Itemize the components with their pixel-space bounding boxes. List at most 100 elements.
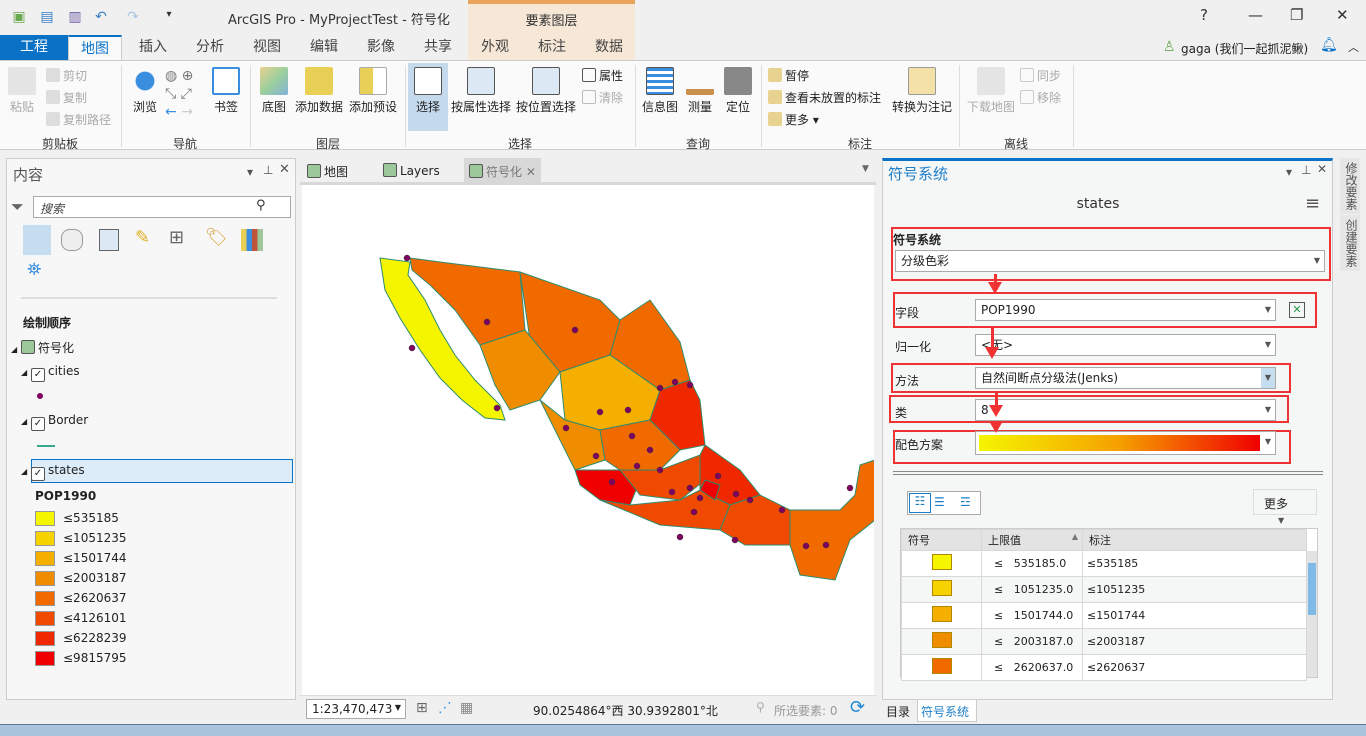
list-by-selection-icon[interactable] bbox=[99, 229, 119, 251]
class-row[interactable]: ≤ 1501744.0 ≤1501744 bbox=[901, 602, 1307, 629]
list-by-snapping-icon[interactable]: ⊞ bbox=[169, 227, 184, 248]
tab-overflow-icon[interactable]: ▼ bbox=[862, 164, 869, 174]
menu-icon[interactable]: ≡ bbox=[1305, 193, 1320, 214]
save-icon[interactable]: ▥ bbox=[66, 9, 84, 25]
side-tab-modify-features[interactable]: 修改要素 bbox=[1340, 158, 1360, 214]
class-swatch[interactable] bbox=[931, 580, 952, 596]
city-point[interactable] bbox=[846, 484, 854, 492]
city-point[interactable] bbox=[592, 452, 600, 460]
city-point[interactable] bbox=[731, 536, 739, 544]
explore-button[interactable]: 浏览 bbox=[130, 67, 160, 115]
renderer-dropdown[interactable]: 分级色彩 ▼ bbox=[895, 250, 1325, 272]
checkbox-cities[interactable]: ✓ bbox=[30, 368, 45, 382]
class-swatch[interactable] bbox=[931, 632, 952, 648]
city-point[interactable] bbox=[656, 384, 664, 392]
city-point[interactable] bbox=[624, 406, 632, 414]
user-name[interactable]: gaga (我们一起抓泥鳅) bbox=[1181, 40, 1308, 57]
attributes-button[interactable]: 属性 bbox=[582, 67, 623, 84]
scrollbar[interactable] bbox=[1307, 551, 1317, 677]
upper-value-cell[interactable]: ≤ 1051235.0 bbox=[981, 576, 1083, 603]
method-dropdown[interactable]: 自然间断点分级法(Jenks) ▼ bbox=[975, 367, 1276, 389]
filter-icon[interactable]: ⏷ bbox=[11, 197, 24, 217]
list-by-source-icon[interactable] bbox=[61, 229, 83, 251]
city-point[interactable] bbox=[778, 506, 786, 514]
close-button[interactable]: ✕ bbox=[1336, 6, 1349, 24]
normalization-dropdown[interactable]: <无> ▼ bbox=[975, 334, 1276, 356]
list-by-drawing-order-icon[interactable] bbox=[23, 225, 51, 255]
sync-button[interactable]: 同步 bbox=[1020, 67, 1061, 84]
checkbox-border[interactable]: ✓ bbox=[30, 417, 45, 431]
minimize-button[interactable]: — bbox=[1248, 6, 1263, 24]
expand-icon[interactable]: ◢ bbox=[21, 417, 27, 426]
table-icon[interactable]: ▦ bbox=[460, 700, 473, 716]
map-tab-layers[interactable]: Layers bbox=[380, 160, 443, 182]
tab-analysis[interactable]: 分析 bbox=[183, 35, 237, 60]
city-point[interactable] bbox=[628, 432, 636, 440]
city-point[interactable] bbox=[732, 490, 740, 498]
city-point[interactable] bbox=[483, 318, 491, 326]
copy-path-button[interactable]: 复制路径 bbox=[46, 111, 111, 128]
expand-icon[interactable]: ◢ bbox=[21, 467, 27, 476]
symbol-cell[interactable] bbox=[901, 654, 982, 681]
remove-button[interactable]: 移除 bbox=[1020, 89, 1061, 106]
column-label[interactable]: 标注 bbox=[1082, 529, 1307, 551]
city-point[interactable] bbox=[802, 542, 810, 550]
tab-view[interactable]: 视图 bbox=[240, 35, 294, 60]
column-symbol[interactable]: 符号 bbox=[901, 529, 982, 551]
list-by-editing-icon[interactable]: ✎ bbox=[135, 227, 150, 248]
city-point[interactable] bbox=[646, 446, 654, 454]
snapping-icon[interactable]: ⊞ bbox=[416, 700, 428, 716]
more-button[interactable]: 更多▼ bbox=[1253, 489, 1317, 525]
symbol-cell[interactable] bbox=[901, 576, 982, 603]
checkbox-states[interactable]: ✓ bbox=[30, 467, 45, 481]
city-point[interactable] bbox=[822, 541, 830, 549]
basemap-button[interactable]: 底图 bbox=[258, 67, 290, 115]
state-polygon[interactable] bbox=[789, 459, 874, 581]
pin-icon[interactable]: ⊥ bbox=[263, 163, 273, 177]
upper-value-cell[interactable]: ≤ 2003187.0 bbox=[981, 628, 1083, 655]
city-point[interactable] bbox=[668, 488, 676, 496]
close-pane-icon[interactable]: ✕ bbox=[1317, 162, 1327, 176]
select-button[interactable]: 选择 bbox=[408, 63, 448, 131]
search-input[interactable]: 搜索 ⚲ bbox=[33, 196, 291, 218]
list-by-charts-icon[interactable] bbox=[241, 229, 263, 251]
tab-catalog[interactable]: 目录 bbox=[883, 700, 917, 722]
list-by-perspective-imagery-icon[interactable]: ⛯ bbox=[27, 259, 41, 280]
select-by-location-button[interactable]: 按位置选择 bbox=[515, 67, 577, 115]
city-point[interactable] bbox=[686, 484, 694, 492]
expression-icon[interactable]: ✕ bbox=[1289, 302, 1305, 318]
copy-button[interactable]: 复制 bbox=[46, 89, 87, 106]
class-swatch[interactable] bbox=[931, 554, 952, 570]
tab-edit[interactable]: 编辑 bbox=[297, 35, 351, 60]
help-button[interactable]: ? bbox=[1200, 6, 1208, 24]
tab-share[interactable]: 共享 bbox=[411, 35, 465, 60]
tab-data[interactable]: 数据 bbox=[582, 35, 636, 60]
close-tab-icon[interactable]: ✕ bbox=[526, 165, 536, 179]
side-tab-create-features[interactable]: 创建要素 bbox=[1340, 215, 1360, 271]
column-upper-value[interactable]: 上限值 ▲ bbox=[981, 529, 1083, 551]
city-point[interactable] bbox=[690, 508, 698, 516]
class-row[interactable]: ≤ 2620637.0 ≤2620637 bbox=[901, 654, 1307, 681]
upper-value-cell[interactable]: ≤ 535185.0 bbox=[981, 550, 1083, 577]
open-project-icon[interactable]: ▤ bbox=[38, 9, 56, 25]
list-by-labeling-icon[interactable]: 🏷︎ bbox=[205, 227, 228, 248]
pin-icon[interactable]: ⊥ bbox=[1301, 163, 1311, 177]
expand-icon[interactable]: ◢ bbox=[11, 345, 17, 354]
class-row[interactable]: ≤ 535185.0 ≤535185 bbox=[901, 550, 1307, 577]
infographics-button[interactable]: 信息图 bbox=[640, 67, 680, 115]
search-icon[interactable]: ⚲ bbox=[256, 198, 266, 213]
map-tab-map[interactable]: 地图 bbox=[304, 160, 351, 182]
restore-button[interactable]: ❐ bbox=[1290, 6, 1303, 24]
expand-icon[interactable]: ◢ bbox=[21, 368, 27, 377]
layer-border[interactable]: ◢ ✓ Border bbox=[21, 413, 88, 431]
upper-value-cell[interactable]: ≤ 2620637.0 bbox=[981, 654, 1083, 681]
convert-annotation-button[interactable]: 转换为注记 bbox=[890, 67, 954, 115]
select-by-attributes-button[interactable]: 按属性选择 bbox=[450, 67, 512, 115]
grid-icon[interactable]: ⋰ bbox=[438, 700, 452, 716]
download-map-button[interactable]: 下载地图 bbox=[964, 67, 1018, 115]
label-cell[interactable]: ≤1501744 bbox=[1082, 602, 1307, 629]
tab-imagery[interactable]: 影像 bbox=[354, 35, 408, 60]
add-preset-button[interactable]: 添加预设 bbox=[348, 67, 398, 115]
splitter[interactable] bbox=[893, 471, 1323, 475]
map-tab-symbology[interactable]: 符号化 ✕ bbox=[464, 158, 541, 182]
